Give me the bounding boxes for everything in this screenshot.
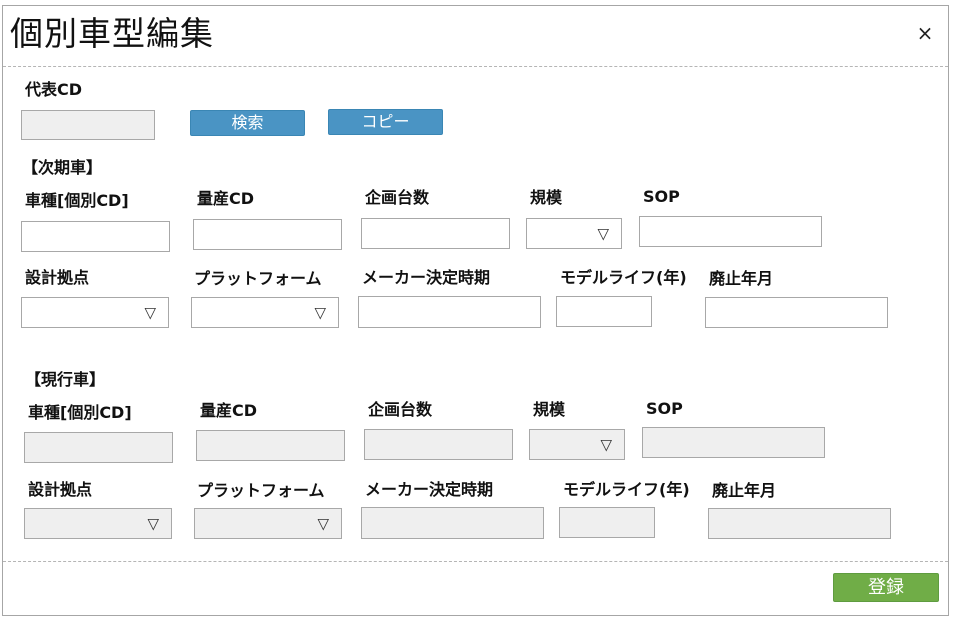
current-model-label: 車種[個別CD] <box>28 403 132 422</box>
current-design-base-select[interactable]: ▽ <box>24 508 172 539</box>
current-mass-cd-input[interactable] <box>196 430 345 461</box>
next-planned-units-input[interactable] <box>361 218 510 249</box>
current-platform-select[interactable]: ▽ <box>194 508 342 539</box>
chevron-down-icon: ▽ <box>314 303 326 321</box>
next-sop-input[interactable] <box>639 216 822 247</box>
chevron-down-icon: ▽ <box>600 435 612 453</box>
dialog-title: 個別車型編集 <box>10 14 214 53</box>
next-design-base-select[interactable]: ▽ <box>21 297 169 328</box>
next-model-life-label: モデルライフ(年) <box>560 268 687 287</box>
current-maker-decision-input[interactable] <box>361 507 544 539</box>
chevron-down-icon: ▽ <box>144 303 156 321</box>
next-platform-label: プラットフォーム <box>194 269 322 288</box>
next-mass-cd-input[interactable] <box>193 219 342 250</box>
chevron-down-icon: ▽ <box>317 514 329 532</box>
current-sop-input[interactable] <box>642 427 825 458</box>
current-planned-units-label: 企画台数 <box>368 400 433 419</box>
current-model-life-input[interactable] <box>559 507 655 538</box>
current-discontinue-label: 廃止年月 <box>712 481 777 500</box>
next-discontinue-input[interactable] <box>705 297 888 328</box>
current-model-input[interactable] <box>24 432 173 463</box>
current-maker-decision-label: メーカー決定時期 <box>365 480 494 499</box>
current-mass-cd-label: 量産CD <box>200 401 258 420</box>
next-scale-label: 規模 <box>530 188 563 207</box>
current-scale-select[interactable]: ▽ <box>529 429 625 460</box>
next-planned-units-label: 企画台数 <box>365 188 430 207</box>
next-design-base-label: 設計拠点 <box>25 268 90 287</box>
next-model-life-input[interactable] <box>556 296 652 327</box>
next-scale-select[interactable]: ▽ <box>526 218 622 249</box>
current-design-base-label: 設計拠点 <box>28 480 93 499</box>
next-vehicle-section-label: 【次期車】 <box>22 158 103 177</box>
current-platform-label: プラットフォーム <box>197 481 325 500</box>
search-button[interactable]: 検索 <box>190 110 305 136</box>
current-discontinue-input[interactable] <box>708 508 891 539</box>
header-divider <box>3 66 948 67</box>
current-sop-label: SOP <box>646 399 683 418</box>
next-platform-select[interactable]: ▽ <box>191 297 339 328</box>
next-maker-decision-input[interactable] <box>358 296 541 328</box>
next-model-label: 車種[個別CD] <box>25 191 129 210</box>
footer-divider <box>3 561 948 562</box>
representative-cd-label: 代表CD <box>25 80 83 99</box>
current-vehicle-section-label: 【現行車】 <box>25 370 106 389</box>
next-discontinue-label: 廃止年月 <box>709 269 774 288</box>
representative-cd-input[interactable] <box>21 110 155 140</box>
next-sop-label: SOP <box>643 187 680 206</box>
current-model-life-label: モデルライフ(年) <box>563 480 690 499</box>
chevron-down-icon: ▽ <box>147 514 159 532</box>
next-maker-decision-label: メーカー決定時期 <box>362 268 491 287</box>
chevron-down-icon: ▽ <box>597 224 609 242</box>
current-scale-label: 規模 <box>533 400 566 419</box>
current-planned-units-input[interactable] <box>364 429 513 460</box>
register-button[interactable]: 登録 <box>833 573 939 602</box>
close-icon[interactable]: × <box>914 22 936 44</box>
next-mass-cd-label: 量産CD <box>197 189 255 208</box>
next-model-input[interactable] <box>21 221 170 252</box>
copy-button[interactable]: コピー <box>328 109 443 135</box>
